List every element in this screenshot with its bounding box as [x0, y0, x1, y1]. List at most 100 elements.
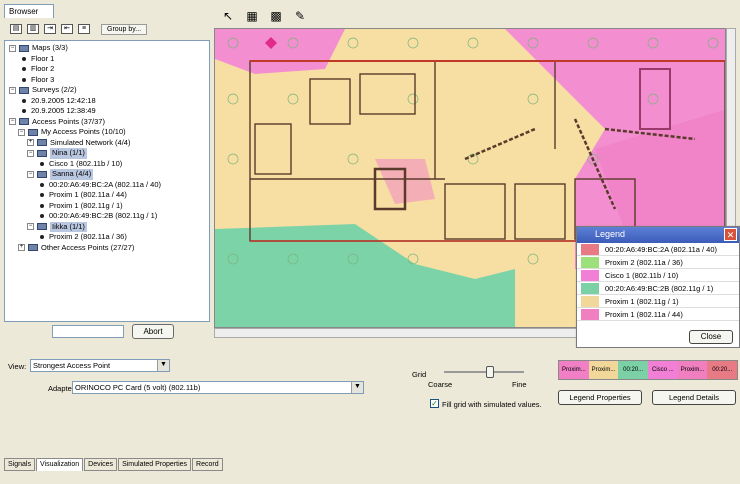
bullet-icon [40, 235, 44, 240]
folder-icon [19, 44, 29, 52]
tree-item[interactable]: − Sanna (4/4) [5, 169, 209, 180]
bullet-icon [40, 203, 44, 208]
folder-icon [28, 244, 38, 252]
tree-toggle-icon[interactable]: − [27, 223, 34, 231]
legend-item-label: Proxim 1 (802.11a / 44) [605, 309, 683, 319]
tree-item[interactable]: Proxim 1 (802.11a / 44) [5, 190, 209, 201]
tree-item[interactable]: + Other Access Points (27/27) [5, 243, 209, 254]
tree-item-label: Proxim 1 (802.11a / 44) [49, 190, 127, 199]
group-by-button[interactable]: Group by... [101, 23, 148, 35]
legend-window: Legend ✕ 00:20:A6:49:BC:2A (802.11a / 40… [576, 226, 740, 348]
map-toolbar: ↖ ▦ ▩ ✎ [214, 4, 740, 28]
folder-icon [37, 170, 47, 178]
legend-swatch [581, 282, 599, 294]
collapse-icon[interactable]: ⇤ [61, 24, 73, 34]
chevron-down-icon[interactable]: ▼ [157, 360, 169, 371]
tree-item[interactable]: Floor 1 [5, 54, 209, 65]
tree-item[interactable]: − My Access Points (10/10) [5, 127, 209, 138]
tree-toggle-icon[interactable]: − [27, 149, 34, 157]
tree-toggle-icon[interactable]: + [18, 244, 25, 252]
tree-item[interactable]: − Iikka (1/1) [5, 221, 209, 232]
browser-tree[interactable]: − Maps (3/3) Floor 1 Floor 2 Floor 3 − Surveys… [4, 40, 210, 322]
legend-title: Legend ✕ [577, 227, 739, 243]
tree-item[interactable]: 00:20:A6:49:BC:2B (802.11g / 1) [5, 211, 209, 222]
view-select[interactable]: Strongest Access Point ▼ [30, 359, 170, 372]
adapter-select[interactable]: ORINOCO PC Card (5 volt) (802.11b) ▼ [72, 381, 364, 394]
chevron-down-icon[interactable]: ▼ [351, 382, 363, 393]
tree-item[interactable]: − Maps (3/3) [5, 43, 209, 54]
tree-item-label: Proxim 2 (802.11a / 36) [49, 232, 127, 241]
browser-tab[interactable]: Browser [4, 4, 54, 18]
tree-item[interactable]: + Simulated Network (4/4) [5, 138, 209, 149]
ruler-icon[interactable]: ▦ [244, 9, 260, 23]
expand-icon[interactable]: ⇥ [44, 24, 56, 34]
tree-item[interactable]: Floor 2 [5, 64, 209, 75]
legend-item: Proxim 2 (802.11a / 36) [577, 256, 739, 269]
bullet-icon [22, 77, 26, 82]
tree-toggle-icon[interactable]: − [27, 170, 34, 178]
grid-slider[interactable] [444, 366, 524, 378]
legend-item: 00:20:A6:49:BC:2B (802.11g / 1) [577, 282, 739, 295]
tree-toggle-icon[interactable]: − [9, 86, 16, 94]
view-select-value: Strongest Access Point [33, 361, 111, 370]
tree-toggle-icon[interactable]: + [27, 139, 34, 147]
folder-icon [28, 128, 38, 136]
tree-item[interactable]: 20.9.2005 12:38:49 [5, 106, 209, 117]
tab-simulated-properties[interactable]: Simulated Properties [118, 458, 192, 471]
tree-item[interactable]: − Access Points (37/37) [5, 117, 209, 128]
legend-strip-cell: Proxim... [677, 361, 708, 379]
legend-item: Proxim 1 (802.11a / 44) [577, 308, 739, 321]
legend-strip: Proxim... Proxim... 00:20... Cisco ... Proxi… [558, 360, 738, 380]
tree-toggle-icon[interactable]: − [18, 128, 25, 136]
legend-item-label: Proxim 2 (802.11a / 36) [605, 257, 683, 267]
tree-item[interactable]: 00:20:A6:49:BC:2A (802.11a / 40) [5, 180, 209, 191]
tree-item[interactable]: Proxim 1 (802.11g / 1) [5, 201, 209, 212]
filter-icon[interactable]: ≡ [78, 24, 90, 34]
tree-item-label: My Access Points (10/10) [41, 127, 126, 136]
tree-toggle-icon[interactable]: − [9, 118, 16, 126]
bullet-icon [22, 56, 26, 61]
progress-field [52, 325, 124, 338]
legend-strip-cell: Cisco ... [648, 361, 678, 379]
abort-button[interactable]: Abort [132, 324, 174, 339]
legend-swatch [581, 308, 599, 320]
legend-details-button[interactable]: Legend Details [652, 390, 736, 405]
fine-label: Fine [512, 380, 527, 389]
pointer-icon[interactable]: ↖ [220, 9, 236, 23]
tree-item[interactable]: 20.9.2005 12:42:18 [5, 96, 209, 107]
tree-item[interactable]: − Nina (1/1) [5, 148, 209, 159]
tree-item-label: Iikka (1/1) [50, 221, 87, 232]
tree-item[interactable]: − Surveys (2/2) [5, 85, 209, 96]
tree-item-label: Surveys (2/2) [32, 85, 77, 94]
legend-swatch [581, 256, 599, 268]
legend-item-label: Cisco 1 (802.11b / 10) [605, 270, 679, 280]
folder-icon [37, 223, 47, 231]
tree-item[interactable]: Proxim 2 (802.11a / 36) [5, 232, 209, 243]
grid-slider-track [444, 371, 524, 373]
survey-icon[interactable]: ▥ [27, 24, 39, 34]
tab-record[interactable]: Record [192, 458, 223, 471]
legend-properties-button[interactable]: Legend Properties [558, 390, 642, 405]
fill-grid-checkbox[interactable]: ✓ [430, 399, 439, 408]
tree-item-label: Floor 2 [31, 64, 55, 73]
map-view-icon[interactable]: ▤ [10, 24, 22, 34]
legend-swatch [581, 295, 599, 307]
tab-signals[interactable]: Signals [4, 458, 35, 471]
access-point-tool-icon[interactable]: ✎ [292, 9, 308, 23]
tree-toggle-icon[interactable]: − [9, 44, 16, 52]
grid-slider-knob[interactable] [486, 366, 494, 378]
bullet-icon [40, 193, 44, 198]
tree-item-label: 00:20:A6:49:BC:2B (802.11g / 1) [49, 211, 158, 220]
folder-icon [37, 139, 47, 147]
wall-icon[interactable]: ▩ [268, 9, 284, 23]
tree-item[interactable]: Cisco 1 (802.11b / 10) [5, 159, 209, 170]
tab-devices[interactable]: Devices [84, 458, 118, 471]
bullet-icon [40, 182, 44, 187]
legend-close-button[interactable]: Close [689, 330, 733, 344]
tree-item[interactable]: Floor 3 [5, 75, 209, 86]
visualization-panel: View: Strongest Access Point ▼ Adapter O… [4, 348, 740, 458]
legend-close-icon[interactable]: ✕ [724, 228, 737, 241]
legend-item: Proxim 1 (802.11g / 1) [577, 295, 739, 308]
grid-label: Grid [412, 370, 427, 379]
tab-visualization[interactable]: Visualization [35, 458, 84, 471]
